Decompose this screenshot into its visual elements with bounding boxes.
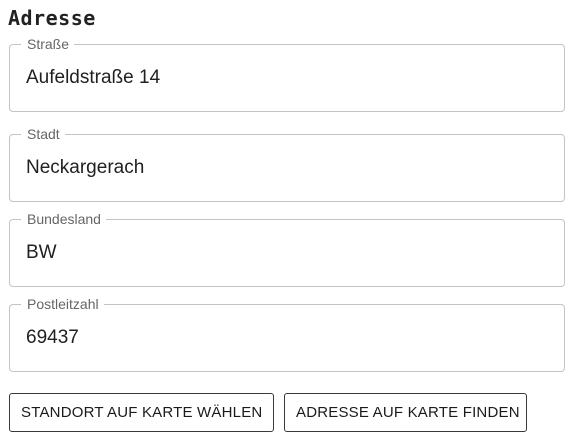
street-input[interactable]: [26, 45, 546, 111]
section-title: Adresse: [8, 6, 96, 30]
city-input[interactable]: [26, 135, 546, 201]
postal-code-input[interactable]: [26, 305, 546, 371]
state-input[interactable]: [26, 220, 546, 286]
street-field[interactable]: Straße: [9, 35, 565, 112]
state-field[interactable]: Bundesland: [9, 210, 565, 287]
city-field[interactable]: Stadt: [9, 125, 565, 202]
pick-location-on-map-button[interactable]: STANDORT AUF KARTE WÄHLEN: [9, 393, 274, 432]
find-address-on-map-button[interactable]: ADRESSE AUF KARTE FINDEN: [284, 393, 527, 432]
postal-code-field[interactable]: Postleitzahl: [9, 295, 565, 372]
